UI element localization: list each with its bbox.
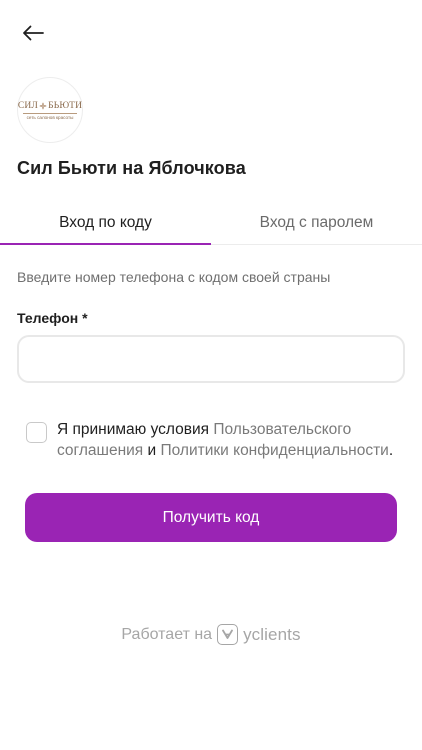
logo-brand-left: СИЛ	[17, 100, 39, 111]
phone-hint: Введите номер телефона с кодом своей стр…	[17, 269, 331, 285]
logo-divider	[23, 112, 77, 114]
get-code-button[interactable]: Получить код	[25, 493, 397, 542]
powered-by: Работает на yclients	[0, 624, 422, 645]
tab-label: Вход с паролем	[259, 213, 374, 231]
consent-suffix: .	[388, 442, 394, 459]
logo-tagline: сеть салонов красоты	[26, 114, 74, 120]
login-screen: СИЛ БЬЮТИ сеть салонов красоты Сил Бьюти…	[0, 0, 422, 750]
back-button[interactable]	[18, 20, 48, 46]
yclients-brand[interactable]: yclients	[243, 625, 301, 645]
logo-flower-icon	[39, 101, 47, 110]
logo-brand-right: БЬЮТИ	[48, 100, 83, 111]
consent-prefix: Я принимаю условия	[57, 421, 214, 438]
powered-by-text: Работает на	[121, 625, 213, 643]
yclients-mark-icon	[222, 629, 233, 639]
consent-text: Я принимаю условия Пользовательского сог…	[57, 419, 397, 461]
phone-label: Телефон *	[17, 310, 88, 326]
phone-input[interactable]	[17, 335, 405, 383]
arrow-left-icon	[23, 25, 44, 41]
logo-wordmark: СИЛ БЬЮТИ	[18, 101, 82, 111]
login-tabs: Вход по коду Вход с паролем	[0, 200, 422, 245]
privacy-policy-link[interactable]: Политики конфиденциальности	[160, 442, 388, 459]
tab-login-by-code[interactable]: Вход по коду	[0, 200, 211, 245]
yclients-logo-icon[interactable]	[217, 624, 239, 645]
tab-login-with-password[interactable]: Вход с паролем	[211, 200, 422, 245]
tab-label: Вход по коду	[59, 213, 152, 231]
consent-middle: и	[143, 442, 161, 459]
active-tab-indicator	[0, 243, 211, 245]
salon-logo: СИЛ БЬЮТИ сеть салонов красоты	[17, 77, 83, 143]
consent-checkbox[interactable]	[26, 422, 47, 443]
salon-name: Сил Бьюти на Яблочкова	[17, 158, 246, 178]
